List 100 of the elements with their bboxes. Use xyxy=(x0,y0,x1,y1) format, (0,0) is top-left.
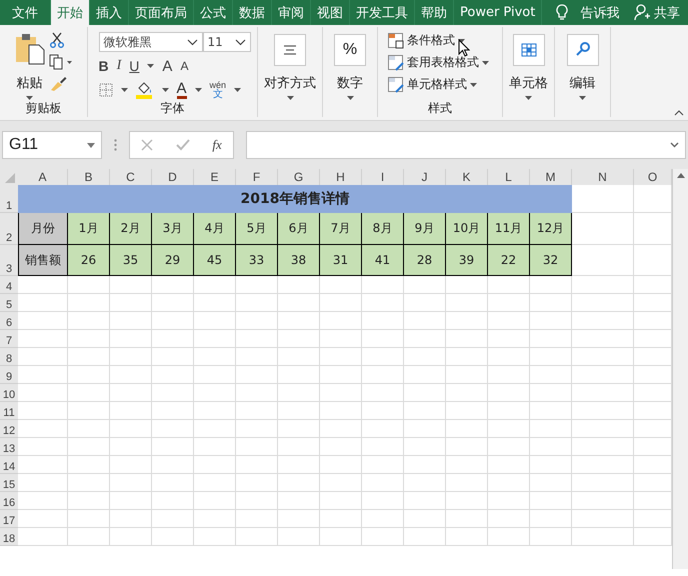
empty-cell[interactable] xyxy=(446,474,488,492)
styles-menu-button[interactable]: 条件格式 xyxy=(407,32,455,49)
empty-cell[interactable] xyxy=(278,348,320,366)
empty-cell[interactable] xyxy=(362,456,404,474)
empty-cell[interactable] xyxy=(404,384,446,402)
empty-cell[interactable] xyxy=(530,510,572,528)
empty-cell[interactable] xyxy=(362,420,404,438)
empty-cell[interactable] xyxy=(404,348,446,366)
empty-cell[interactable] xyxy=(572,474,634,492)
empty-cell[interactable] xyxy=(362,528,404,546)
empty-cell[interactable] xyxy=(68,348,110,366)
empty-cell[interactable] xyxy=(572,492,634,510)
collapse-ribbon-icon[interactable] xyxy=(674,110,684,116)
empty-cell[interactable] xyxy=(404,330,446,348)
align-lines-icon[interactable] xyxy=(274,34,306,66)
column-header[interactable]: A xyxy=(18,169,68,185)
column-header[interactable]: M xyxy=(530,169,572,185)
empty-cell[interactable] xyxy=(320,330,362,348)
row-header[interactable]: 15 xyxy=(0,474,18,492)
empty-cell[interactable] xyxy=(446,276,488,294)
row-header[interactable]: 12 xyxy=(0,420,18,438)
empty-cell[interactable] xyxy=(362,402,404,420)
share-button[interactable]: 共享 xyxy=(654,4,680,22)
caret-icon[interactable] xyxy=(286,96,294,100)
empty-cell[interactable] xyxy=(110,510,152,528)
empty-cell[interactable] xyxy=(110,528,152,546)
empty-cell[interactable] xyxy=(530,528,572,546)
empty-cell[interactable] xyxy=(320,456,362,474)
empty-cell[interactable] xyxy=(404,294,446,312)
alignment-button[interactable]: 对齐方式 xyxy=(264,74,316,92)
empty-cell[interactable] xyxy=(152,474,194,492)
empty-cell[interactable] xyxy=(68,276,110,294)
row-header[interactable]: 1 xyxy=(0,185,18,213)
empty-cell[interactable] xyxy=(446,366,488,384)
empty-cell[interactable] xyxy=(278,528,320,546)
row-header[interactable]: 11 xyxy=(0,402,18,420)
empty-cell[interactable] xyxy=(446,420,488,438)
empty-cell[interactable] xyxy=(530,384,572,402)
empty-cell[interactable] xyxy=(278,474,320,492)
italic-button[interactable]: I xyxy=(116,58,122,74)
empty-cell[interactable] xyxy=(194,366,236,384)
empty-cell[interactable] xyxy=(152,366,194,384)
empty-cell[interactable] xyxy=(488,330,530,348)
column-header[interactable]: F xyxy=(236,169,278,185)
empty-cell[interactable] xyxy=(110,366,152,384)
empty-cell[interactable] xyxy=(278,492,320,510)
empty-cell[interactable] xyxy=(152,294,194,312)
caret-icon[interactable] xyxy=(525,96,532,100)
empty-cell[interactable] xyxy=(68,438,110,456)
empty-cell[interactable] xyxy=(320,528,362,546)
empty-cell[interactable] xyxy=(446,348,488,366)
empty-cell[interactable] xyxy=(68,492,110,510)
empty-cell[interactable] xyxy=(572,366,634,384)
empty-cell[interactable] xyxy=(194,402,236,420)
empty-cell[interactable] xyxy=(236,348,278,366)
row-header[interactable]: 17 xyxy=(0,510,18,528)
empty-cell[interactable] xyxy=(446,510,488,528)
empty-cell[interactable] xyxy=(446,294,488,312)
row-header[interactable]: 9 xyxy=(0,366,18,384)
number-format-button[interactable]: 数字 xyxy=(337,74,363,92)
empty-cell[interactable] xyxy=(572,402,634,420)
caret-icon[interactable] xyxy=(470,82,477,86)
empty-cell[interactable] xyxy=(194,330,236,348)
empty-cell[interactable] xyxy=(572,312,634,330)
editing-button[interactable]: 编辑 xyxy=(570,74,596,92)
empty-cell[interactable] xyxy=(152,276,194,294)
empty-cell[interactable] xyxy=(446,402,488,420)
paste-button[interactable]: 粘贴 xyxy=(16,74,42,92)
empty-cell[interactable] xyxy=(110,492,152,510)
empty-cell[interactable] xyxy=(194,420,236,438)
empty-cell[interactable] xyxy=(404,528,446,546)
empty-cell[interactable] xyxy=(530,294,572,312)
empty-cell[interactable] xyxy=(194,276,236,294)
column-header[interactable]: N xyxy=(572,169,634,185)
empty-cell[interactable] xyxy=(320,402,362,420)
empty-cell[interactable] xyxy=(320,294,362,312)
empty-cell[interactable] xyxy=(278,276,320,294)
empty-cell[interactable] xyxy=(320,420,362,438)
empty-cell[interactable] xyxy=(320,474,362,492)
empty-cell[interactable] xyxy=(68,402,110,420)
font-color-button[interactable]: A xyxy=(176,81,187,99)
empty-cell[interactable] xyxy=(110,438,152,456)
borders-icon[interactable] xyxy=(98,83,112,97)
empty-cell[interactable] xyxy=(194,294,236,312)
empty-cell[interactable] xyxy=(68,510,110,528)
empty-cell[interactable] xyxy=(446,384,488,402)
empty-cell[interactable] xyxy=(404,474,446,492)
column-header[interactable]: D xyxy=(152,169,194,185)
empty-cell[interactable] xyxy=(572,420,634,438)
empty-cell[interactable] xyxy=(152,312,194,330)
empty-cell[interactable] xyxy=(488,402,530,420)
empty-cell[interactable] xyxy=(68,456,110,474)
empty-cell[interactable] xyxy=(236,510,278,528)
font-name-dropdown[interactable]: 微软雅黑 xyxy=(98,32,202,52)
empty-cell[interactable] xyxy=(488,312,530,330)
empty-cell[interactable] xyxy=(572,510,634,528)
empty-cell[interactable] xyxy=(572,456,634,474)
empty-cell[interactable] xyxy=(68,474,110,492)
empty-cell[interactable] xyxy=(572,528,634,546)
empty-cell[interactable] xyxy=(488,456,530,474)
